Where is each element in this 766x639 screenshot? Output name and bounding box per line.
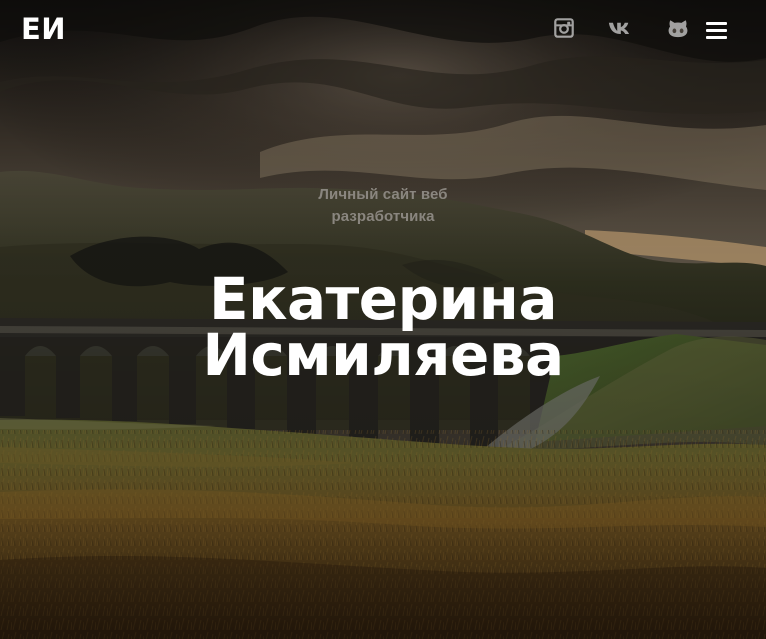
vk-icon[interactable] [608, 14, 634, 42]
hero-section: ЕИ Личный сайт веб разработчика Екатерин… [0, 0, 766, 639]
instagram-icon[interactable] [552, 14, 576, 42]
hero-intro: Личный сайт веб разработчика Екатерина И… [0, 184, 766, 389]
menu-line [706, 36, 727, 39]
hamburger-menu-icon[interactable] [705, 19, 729, 39]
github-icon[interactable] [665, 14, 690, 42]
instagram-glyph [554, 18, 574, 38]
developer-last-name: Исмиляева [202, 321, 564, 389]
menu-line [706, 22, 727, 25]
site-subtitle-line-1: Личный сайт веб [318, 186, 448, 203]
vk-glyph [608, 22, 630, 34]
logo[interactable]: ЕИ [21, 12, 66, 46]
developer-name: Екатерина Исмиляева [123, 265, 643, 389]
menu-line [706, 29, 727, 32]
site-header: ЕИ [0, 0, 766, 62]
site-subtitle-line-2: разработчика [331, 208, 435, 225]
github-glyph [668, 20, 687, 38]
site-subtitle: Личный сайт веб разработчика [293, 184, 473, 228]
developer-first-name: Екатерина [209, 265, 557, 333]
